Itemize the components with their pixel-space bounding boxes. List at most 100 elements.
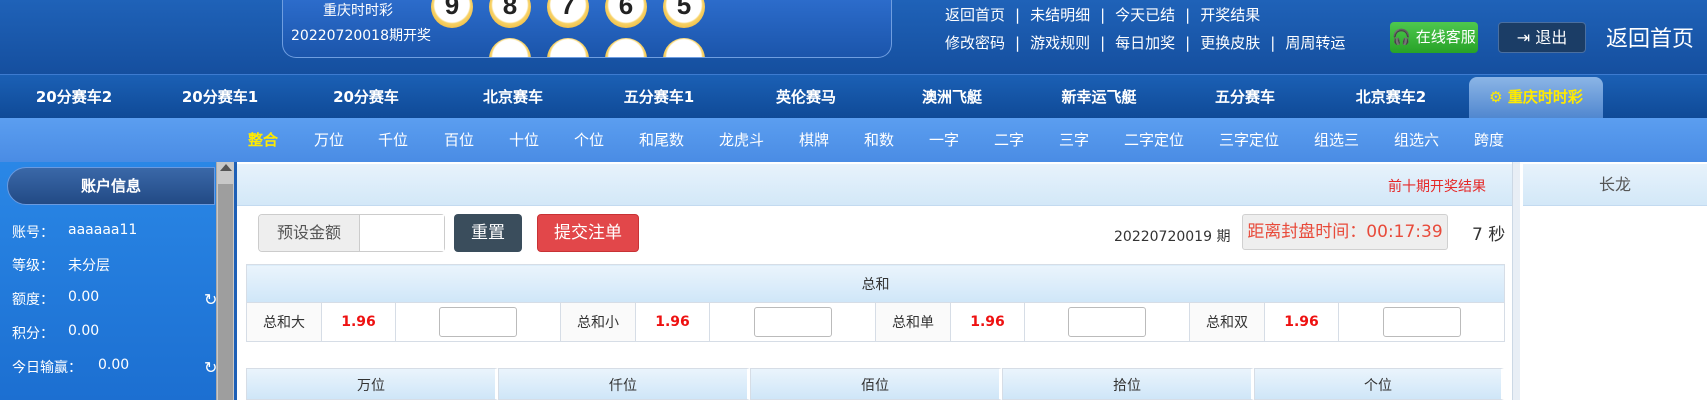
long-dragon-title: 长龙: [1523, 164, 1707, 206]
credit-value: 0.00: [68, 289, 100, 305]
scrollbar-thumb[interactable]: [218, 184, 233, 400]
right-divider: [1512, 162, 1520, 400]
customer-service-button[interactable]: 🎧 在线客服: [1390, 22, 1478, 53]
top-links-row2: 修改密码 | 游戏规则 | 每日加奖 | 更换皮肤 | 周周转运: [945, 34, 1346, 52]
result-ball-partial: [489, 38, 531, 57]
result-ball: 7: [547, 0, 589, 28]
current-issue: 20220720019 期: [1114, 226, 1230, 246]
scroll-up-arrow[interactable]: [220, 164, 232, 171]
play-tab[interactable]: 和数: [864, 118, 894, 162]
refresh-icon[interactable]: ↻: [204, 358, 216, 377]
bet-amount-cell: [1024, 302, 1190, 342]
bet-item-name: 总和双: [1189, 302, 1265, 342]
logout-label: 退出: [1535, 28, 1568, 47]
bet-odds: 1.96: [321, 302, 396, 342]
lottery-name: 重庆时时彩: [323, 3, 393, 19]
result-ball: 9: [431, 0, 473, 28]
play-tab[interactable]: 棋牌: [799, 118, 829, 162]
game-tab[interactable]: 20分赛车1: [147, 75, 293, 119]
play-tab[interactable]: 龙虎斗: [719, 118, 764, 162]
points-value: 0.00: [68, 323, 100, 339]
bet-odds: 1.96: [950, 302, 1025, 342]
reset-button[interactable]: 重置: [454, 214, 522, 252]
play-tab[interactable]: 十位: [509, 118, 539, 162]
play-tab[interactable]: 二字: [994, 118, 1024, 162]
bet-item-name: 总和小: [560, 302, 636, 342]
level-value: 未分层: [68, 258, 110, 274]
link-draw-results[interactable]: 开奖结果: [1200, 6, 1260, 24]
last-draw-issue: 20220720018期开奖: [291, 28, 431, 44]
result-ball: 5: [663, 0, 705, 28]
level-label: 等级：: [12, 258, 54, 274]
position-header: 佰位: [750, 368, 1002, 400]
top-header: 重庆时时彩 20220720018期开奖 9 8 7 6 5 返回首页 | 未结明细…: [0, 0, 1707, 74]
refresh-icon[interactable]: ↻: [204, 290, 216, 309]
logout-icon: ⇥: [1516, 28, 1531, 47]
main-top-bar: 前十期开奖结果: [237, 164, 1512, 206]
bet-amount-input[interactable]: [1382, 307, 1461, 337]
link-change-password[interactable]: 修改密码: [945, 34, 1005, 52]
link-change-skin[interactable]: 更换皮肤: [1200, 34, 1260, 52]
logout-button[interactable]: ⇥ 退出: [1498, 22, 1586, 53]
link-unsettled[interactable]: 未结明细: [1030, 6, 1090, 24]
headset-icon: 🎧: [1392, 28, 1411, 46]
play-tab-active[interactable]: 整合: [248, 118, 278, 162]
sum-bet-table: 总和 总和大 1.96 总和小 1.96 总和单 1.96 总和双 1.96: [245, 264, 1506, 342]
sidebar-scrollbar[interactable]: [216, 162, 234, 400]
position-header: 万位: [246, 368, 498, 400]
points-label: 积分：: [12, 326, 54, 342]
bet-amount-input[interactable]: [1068, 307, 1146, 337]
play-tab[interactable]: 个位: [574, 118, 604, 162]
play-tab[interactable]: 二字定位: [1124, 118, 1184, 162]
link-daily-bonus[interactable]: 每日加奖: [1115, 34, 1175, 52]
customer-service-label: 在线客服: [1415, 28, 1476, 46]
credit-row: 额度： 0.00: [12, 289, 99, 309]
link-home[interactable]: 返回首页: [945, 6, 1005, 24]
result-ball-partial: [547, 38, 589, 57]
account-row: 账号： aaaaaa11: [12, 222, 137, 242]
bet-item-name: 总和单: [875, 302, 951, 342]
play-tab[interactable]: 千位: [378, 118, 408, 162]
play-type-nav: 整合 万位 千位 百位 十位 个位 和尾数 龙虎斗 棋牌 和数 一字 二字 三字…: [0, 118, 1707, 162]
play-tab[interactable]: 组选六: [1394, 118, 1439, 162]
back-home-link[interactable]: 返回首页: [1606, 21, 1694, 53]
bet-item-name: 总和大: [246, 302, 322, 342]
preset-amount-input[interactable]: [361, 215, 444, 251]
game-tab[interactable]: 20分赛车2: [1, 75, 147, 119]
level-row: 等级： 未分层: [12, 255, 110, 275]
result-ball: 8: [489, 0, 531, 28]
prev-ten-results-link[interactable]: 前十期开奖结果: [1388, 176, 1486, 196]
game-tab[interactable]: 20分赛车: [293, 75, 439, 119]
game-tab[interactable]: 英伦赛马: [733, 75, 879, 119]
play-tab[interactable]: 万位: [314, 118, 344, 162]
submit-bet-button[interactable]: 提交注单: [537, 214, 639, 252]
refresh-seconds: 7 秒: [1472, 225, 1506, 245]
game-tab[interactable]: 五分赛车: [1172, 75, 1318, 119]
gear-icon: ⚙: [1489, 88, 1503, 106]
points-row: 积分： 0.00: [12, 323, 99, 343]
game-tab[interactable]: 北京赛车2: [1318, 75, 1464, 119]
link-game-rules[interactable]: 游戏规则: [1030, 34, 1090, 52]
today-winloss-value: 0.00: [98, 357, 130, 373]
play-tab[interactable]: 一字: [929, 118, 959, 162]
result-ball: 6: [605, 0, 647, 28]
play-tab[interactable]: 和尾数: [639, 118, 684, 162]
play-tab[interactable]: 组选三: [1314, 118, 1359, 162]
result-ball-partial: [663, 38, 705, 57]
play-tab[interactable]: 百位: [444, 118, 474, 162]
play-tab[interactable]: 跨度: [1474, 118, 1504, 162]
issue-number: 20220720019: [1114, 229, 1212, 245]
account-value: aaaaaa11: [68, 222, 138, 238]
bet-amount-input[interactable]: [753, 307, 832, 337]
play-tab[interactable]: 三字: [1059, 118, 1089, 162]
game-tab[interactable]: 五分赛车1: [586, 75, 732, 119]
game-tab[interactable]: 澳洲飞艇: [879, 75, 1025, 119]
link-settled-today[interactable]: 今天已结: [1115, 6, 1175, 24]
game-tab[interactable]: 北京赛车: [440, 75, 586, 119]
today-winloss-label: 今日输赢：: [12, 360, 82, 376]
play-tab[interactable]: 三字定位: [1219, 118, 1279, 162]
game-tab[interactable]: 新幸运飞艇: [1026, 75, 1172, 119]
game-tab-active[interactable]: ⚙ 重庆时时彩: [1469, 77, 1603, 119]
bet-amount-input[interactable]: [439, 307, 517, 337]
link-weekly-luck[interactable]: 周周转运: [1285, 34, 1345, 52]
